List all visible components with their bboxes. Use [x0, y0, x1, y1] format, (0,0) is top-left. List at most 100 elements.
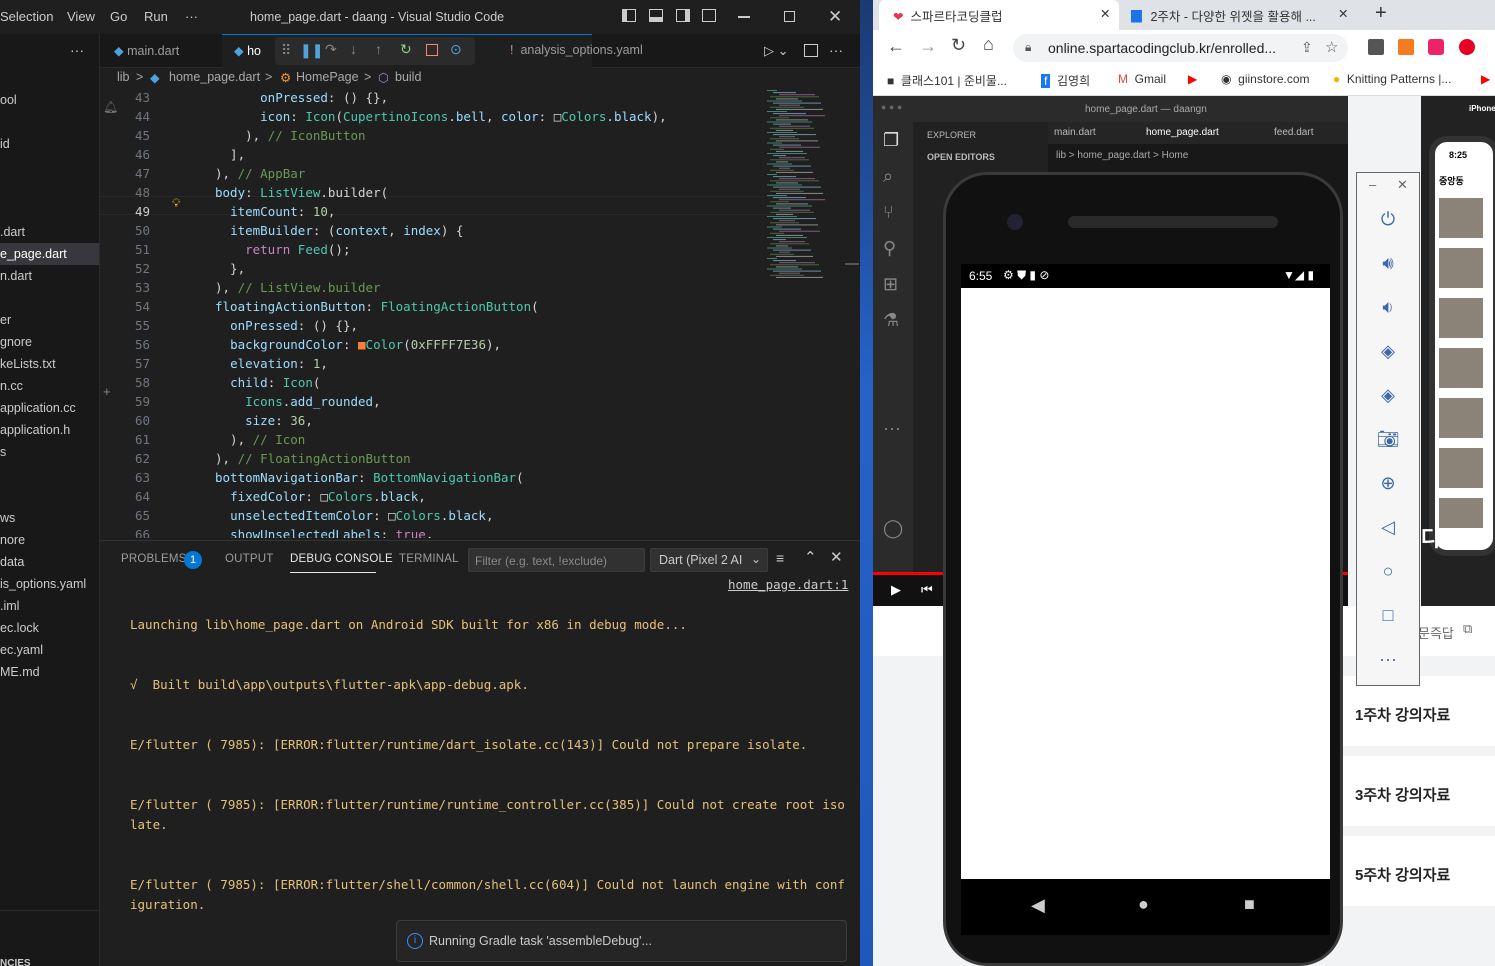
volume-down-icon[interactable]: 🔉︎	[1357, 297, 1419, 318]
extension-icon[interactable]	[1428, 39, 1444, 55]
step-over-icon[interactable]: ↷	[325, 41, 337, 58]
close-tab-icon[interactable]: ✕	[1100, 6, 1110, 21]
toggle-secondary-sidebar-icon[interactable]	[676, 9, 690, 22]
lecture-5[interactable]: 5주차 강의자료	[1355, 864, 1450, 885]
back-icon[interactable]: ←	[887, 36, 905, 57]
tab-terminal[interactable]: TERMINAL	[399, 553, 459, 565]
home-icon[interactable]: ⌂	[983, 34, 994, 55]
volume-up-icon[interactable]: 🔊︎	[1357, 253, 1419, 274]
clear-console-icon[interactable]: ≡	[776, 550, 784, 566]
close-icon[interactable]: ✕	[828, 7, 842, 27]
nav-home-icon[interactable]: ●	[1138, 894, 1149, 915]
file-item[interactable]: n.dart	[0, 269, 32, 283]
file-item[interactable]: ec.lock	[0, 621, 39, 635]
debug-target-select[interactable]: Dart (Pixel 2 AI ⌄	[650, 548, 768, 572]
new-tab-icon[interactable]: +	[1375, 2, 1387, 25]
youtube-icon[interactable]: ▶	[1481, 72, 1490, 86]
run-icon[interactable]: ▷ ⌄	[764, 43, 789, 59]
skip-back-icon[interactable]: ⏮	[921, 582, 933, 598]
close-icon[interactable]: ✕	[1397, 177, 1408, 193]
rotate-right-icon[interactable]: ◈	[1357, 385, 1419, 406]
bookmark-star-icon[interactable]: ☆	[1325, 38, 1338, 56]
file-item[interactable]: is_options.yaml	[0, 577, 86, 591]
file-item[interactable]: ME.md	[0, 665, 40, 679]
pinterest-icon[interactable]	[1459, 39, 1475, 55]
bookmark-gmail[interactable]: M Gmail	[1118, 72, 1166, 86]
file-item[interactable]: ws	[0, 511, 15, 525]
camera-icon[interactable]: 📷︎	[1357, 429, 1419, 450]
bookmark-kim[interactable]: f 김영희	[1041, 72, 1090, 89]
lecture-1[interactable]: 1주차 강의자료	[1355, 704, 1450, 725]
tab-home-page-dart[interactable]: ◆ ho	[234, 34, 261, 68]
app-screen[interactable]	[961, 288, 1330, 879]
step-into-icon[interactable]: ↓	[350, 41, 357, 57]
file-item[interactable]: data	[0, 555, 24, 569]
toggle-sidebar-icon[interactable]	[622, 9, 636, 22]
reload-icon[interactable]: ↻	[951, 35, 966, 56]
back-icon[interactable]: ◁	[1357, 517, 1419, 538]
file-item[interactable]: application.h	[0, 423, 70, 437]
code-editor[interactable]: 43 44 45 46 47 48 49 50 51 52 53 54 55 56 57 58 59 60 61 62…	[100, 88, 860, 538]
more-icon[interactable]: ···	[1357, 649, 1419, 670]
file-item-selected[interactable]: e_page.dart	[0, 247, 67, 261]
section-dependencies[interactable]: NCIES	[0, 958, 31, 966]
share-icon[interactable]: ⇪	[1301, 39, 1313, 56]
file-item[interactable]: n.cc	[0, 379, 23, 393]
home-icon[interactable]: ○	[1357, 561, 1419, 582]
tab-problems[interactable]: PROBLEMS	[121, 553, 187, 565]
maximize-panel-icon[interactable]: ⌃	[804, 548, 817, 566]
console-filter-input[interactable]: Filter (e.g. text, !exclude)	[468, 548, 645, 572]
tab-output[interactable]: OUTPUT	[225, 553, 273, 565]
file-item[interactable]: s	[0, 445, 6, 459]
bookmark-giinstore[interactable]: ◉ giinstore.com	[1221, 72, 1310, 86]
file-item[interactable]: nore	[0, 533, 25, 547]
tab-analysis-options[interactable]: ! analysis_options.yaml	[510, 34, 643, 68]
menu-view[interactable]: View	[67, 9, 95, 24]
tab-main-dart[interactable]: ◆ main.dart	[114, 34, 179, 68]
menu-selection[interactable]: Selection	[0, 9, 53, 24]
breadcrumb-class[interactable]: HomePage	[296, 70, 359, 84]
nav-back-icon[interactable]: ◀	[1031, 895, 1045, 916]
breadcrumb-method[interactable]: build	[395, 70, 421, 84]
external-link-icon[interactable]: ⧉	[1463, 621, 1472, 637]
step-out-icon[interactable]: ↑	[375, 41, 382, 57]
minimize-icon[interactable]	[738, 16, 750, 18]
play-icon[interactable]: ▶	[891, 582, 901, 598]
file-item[interactable]: .iml	[0, 599, 19, 613]
rotate-left-icon[interactable]: ◈	[1357, 341, 1419, 362]
bookmark-class101[interactable]: ■ 클래스101 | 준비물...	[887, 72, 1007, 89]
close-panel-icon[interactable]: ✕	[830, 548, 843, 566]
restart-icon[interactable]: ↻	[400, 41, 412, 58]
forward-icon[interactable]: →	[919, 36, 937, 57]
extension-icon[interactable]	[1398, 39, 1414, 55]
faq-link[interactable]: 문즉답	[1418, 623, 1454, 642]
address-bar[interactable]: 🔒︎ online.spartacodingclub.kr/enrolled..…	[1013, 34, 1348, 62]
browser-tab-week2[interactable]: ▉ 2주차 - 다양한 위젯을 활용해 ...	[1131, 0, 1351, 30]
breadcrumb-lib[interactable]: lib	[117, 70, 130, 84]
menu-more[interactable]: ···	[185, 9, 198, 24]
bookmark-knitting[interactable]: ● Knitting Patterns |...	[1333, 72, 1451, 86]
more-actions-icon[interactable]: ···	[70, 42, 84, 58]
youtube-icon[interactable]: ▶	[1188, 72, 1197, 86]
file-item[interactable]: keLists.txt	[0, 357, 56, 371]
file-item[interactable]: .dart	[0, 225, 25, 239]
overview-icon[interactable]: □	[1357, 605, 1419, 626]
browser-tab-sparta[interactable]: ❤ 스파르타코딩클럽 ✕	[893, 0, 1113, 30]
menu-go[interactable]: Go	[110, 9, 127, 24]
toggle-panel-icon[interactable]	[649, 9, 663, 22]
customize-layout-icon[interactable]	[702, 9, 716, 22]
maximize-icon[interactable]	[784, 11, 795, 22]
minimize-icon[interactable]: –	[1369, 177, 1376, 192]
breadcrumb-file[interactable]: home_page.dart	[169, 70, 260, 84]
pause-icon[interactable]: ❚❚	[300, 42, 323, 59]
lecture-3[interactable]: 3주차 강의자료	[1355, 784, 1450, 805]
file-item[interactable]: ec.yaml	[0, 643, 43, 657]
file-item[interactable]: application.cc	[0, 401, 76, 415]
file-item[interactable]: er	[0, 313, 11, 327]
inspect-icon[interactable]: ⊙	[450, 41, 462, 58]
file-item[interactable]: gnore	[0, 335, 32, 349]
close-tab-icon[interactable]: ✕	[1338, 6, 1348, 21]
extension-icon[interactable]	[1368, 39, 1384, 55]
stop-icon[interactable]	[426, 44, 438, 56]
zoom-icon[interactable]: ⊕	[1357, 473, 1419, 494]
